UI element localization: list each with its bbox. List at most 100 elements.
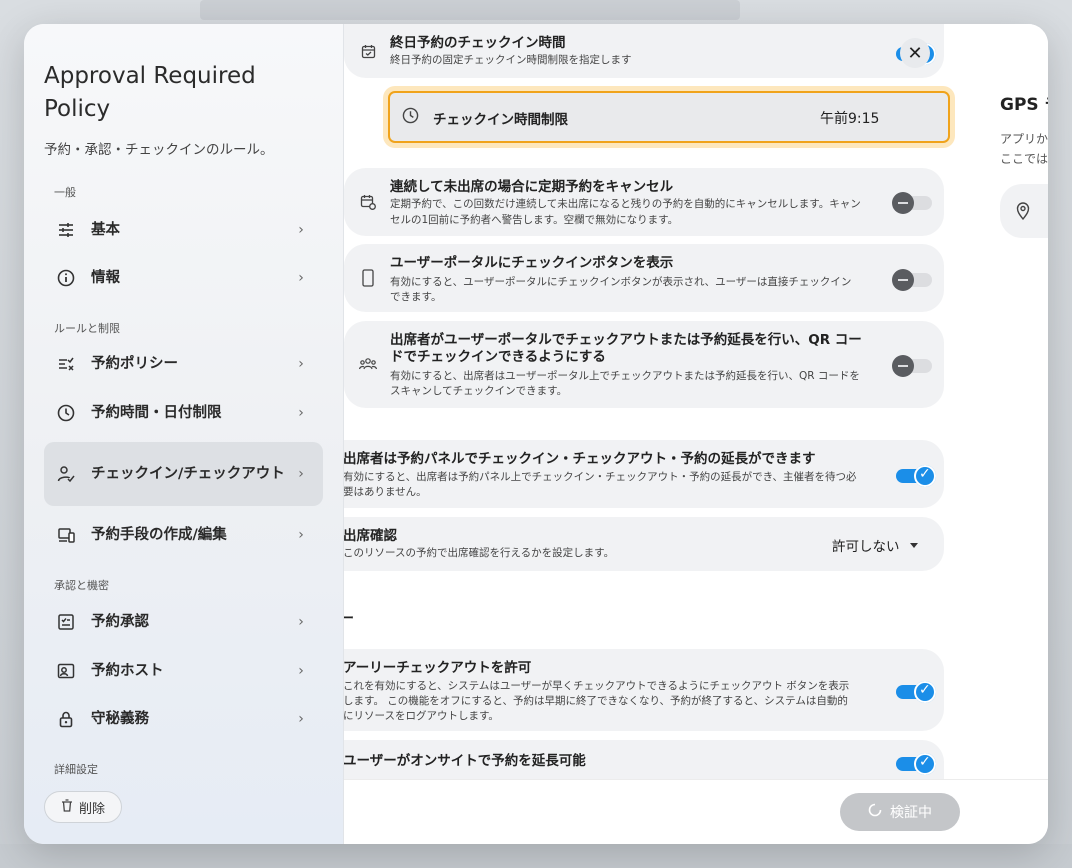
checkin-limit-label: チェックイン時間制限	[433, 112, 568, 128]
chevron-right-icon: ›	[298, 663, 304, 679]
policy-title: Approval Required Policy	[44, 63, 256, 122]
chevron-right-icon: ›	[298, 222, 304, 238]
checklist-icon	[56, 354, 76, 374]
cancel-recurring-title: 連続して未出席の場合に定期予約をキャンセル	[390, 179, 674, 195]
chevron-right-icon: ›	[298, 527, 304, 543]
sidebar-item-create-edit[interactable]: 予約手段の作成/編集 ›	[44, 513, 323, 557]
early-checkout-toggle[interactable]	[896, 681, 936, 703]
chevron-right-icon: ›	[298, 270, 304, 286]
chevron-right-icon: ›	[298, 711, 304, 727]
attendance-select[interactable]: 許可しない	[832, 535, 918, 555]
delete-button[interactable]: 削除	[44, 791, 122, 823]
toggle-knob	[914, 465, 936, 487]
sidebar: Approval Required Policy 予約・承認・チェックインのルー…	[24, 24, 344, 844]
sidebar-item-label: 予約ポリシー	[91, 355, 178, 372]
sidebar-item-label: 予約承認	[91, 613, 149, 630]
settings-content: 終日予約のチェックイン時間 終日予約の固定チェックイン時間制限を指定します チェ…	[344, 24, 1048, 779]
toggle-knob	[892, 192, 914, 214]
panel-checkin-desc-1: 有効にすると、出席者は予約パネル上でチェックイン・チェックアウト・予約の延長がで…	[344, 471, 857, 483]
attendee-portal-title-1: 出席者がユーザーポータルでチェックアウトまたは予約延長を行い、QR コー	[390, 332, 862, 348]
clock-icon	[402, 107, 419, 128]
gps-location-card[interactable]	[1000, 184, 1048, 238]
sidebar-item-host[interactable]: 予約ホスト ›	[44, 649, 323, 693]
footer-bar: 検証中	[344, 779, 1048, 844]
sidebar-item-label: 予約ホスト	[91, 662, 164, 679]
section-approval: 承認と機密	[54, 579, 109, 592]
verify-button[interactable]: 検証中	[840, 793, 960, 831]
right-panel: GPS チ アプリか ここでは	[1000, 24, 1048, 784]
chevron-right-icon: ›	[298, 356, 304, 372]
toggle-knob	[892, 355, 914, 377]
early-checkout-desc-2: します。 この機能をオフにすると、予約は早期に終了できなくなり、予約が終了すると…	[344, 695, 848, 707]
calendar-check-icon	[359, 42, 377, 60]
sidebar-item-label: チェックイン/チェックアウト	[91, 465, 285, 482]
trash-icon	[61, 798, 73, 816]
sidebar-item-label: 基本	[91, 221, 120, 238]
onsite-extend-toggle[interactable]	[896, 753, 936, 775]
onsite-extend-card: ユーザーがオンサイトで予約を延長可能	[344, 740, 944, 779]
sidebar-item-time-limits[interactable]: 予約時間・日付制限 ›	[44, 391, 323, 435]
early-checkout-desc-1: これを有効にすると、システムはユーザーが早くチェックアウトできるようにチェックア…	[344, 680, 850, 692]
backdrop-bar	[200, 0, 740, 20]
early-checkout-desc-3: にリソースをログアウトします。	[344, 710, 499, 722]
portal-checkin-card: ユーザーポータルにチェックインボタンを表示 有効にすると、ユーザーポータルにチェ…	[344, 244, 944, 312]
sidebar-item-label: 守秘義務	[91, 710, 149, 727]
sidebar-item-basic[interactable]: 基本 ›	[44, 208, 323, 252]
cancel-recurring-desc-2: セルの1回前に予約者へ警告します。空欄で無効になります。	[390, 214, 679, 226]
allday-title: 終日予約のチェックイン時間	[390, 35, 566, 51]
user-check-icon	[56, 464, 76, 484]
sidebar-item-approval[interactable]: 予約承認 ›	[44, 600, 323, 644]
gps-desc-1: アプリか	[1000, 132, 1048, 146]
early-checkout-title: アーリーチェックアウトを許可	[344, 660, 532, 676]
portal-checkin-desc-2: できます。	[390, 291, 442, 303]
phone-icon	[359, 269, 377, 287]
section-heading-fragment: ー	[344, 611, 354, 627]
group-icon	[359, 355, 377, 373]
policy-modal: Approval Required Policy 予約・承認・チェックインのルー…	[24, 24, 1048, 844]
panel-checkin-toggle[interactable]	[896, 465, 936, 487]
sidebar-item-label: 予約時間・日付制限	[91, 404, 222, 421]
section-rules: ルールと制限	[54, 322, 120, 335]
attendance-title: 出席確認	[344, 528, 397, 544]
info-icon	[56, 268, 76, 288]
chevron-right-icon: ›	[298, 405, 304, 421]
toggle-knob	[914, 681, 936, 703]
sliders-icon	[56, 220, 76, 240]
sidebar-item-checkin-checkout[interactable]: チェックイン/チェックアウト ›	[44, 442, 323, 506]
sidebar-item-label: 予約手段の作成/編集	[91, 526, 227, 543]
attendee-portal-card: 出席者がユーザーポータルでチェックアウトまたは予約延長を行い、QR コー ドでチ…	[344, 321, 944, 408]
host-icon	[56, 661, 76, 681]
cancel-recurring-desc-1: 定期予約で、この回数だけ連続して未出席になると残りの予約を自動的にキャンセルしま…	[390, 198, 861, 210]
attendance-select-value: 許可しない	[832, 539, 900, 555]
location-pin-icon	[1016, 202, 1030, 224]
devices-icon	[56, 525, 76, 545]
checkin-limit-row[interactable]: チェックイン時間制限 午前9:15	[388, 91, 950, 143]
chevron-right-icon: ›	[298, 466, 304, 482]
verify-label: 検証中	[890, 805, 932, 821]
attendee-portal-desc-2: スキャンしてチェックインできます。	[390, 385, 568, 397]
backdrop-footer	[0, 844, 1072, 868]
close-button[interactable]: ✕	[900, 38, 930, 68]
cancel-recurring-toggle[interactable]	[892, 192, 932, 214]
toggle-knob	[892, 269, 914, 291]
spinner-icon	[868, 803, 882, 821]
checkin-limit-value[interactable]: 午前9:15	[820, 108, 879, 128]
sidebar-item-confidentiality[interactable]: 守秘義務 ›	[44, 697, 323, 741]
cancel-recurring-card: 連続して未出席の場合に定期予約をキャンセル 定期予約で、この回数だけ連続して未出…	[344, 168, 944, 236]
early-checkout-card: アーリーチェックアウトを許可 これを有効にすると、システムはユーザーが早くチェッ…	[344, 649, 944, 731]
section-general: 一般	[54, 186, 76, 199]
sidebar-item-info[interactable]: 情報 ›	[44, 256, 323, 300]
attendee-portal-desc-1: 有効にすると、出席者はユーザーポータル上でチェックアウトまたは予約延長を行い、Q…	[390, 370, 860, 382]
attendee-portal-toggle[interactable]	[892, 355, 932, 377]
chevron-right-icon: ›	[298, 614, 304, 630]
portal-checkin-desc-1: 有効にすると、ユーザーポータルにチェックインボタンが表示され、ユーザーは直接チェ…	[390, 276, 852, 288]
toggle-knob	[914, 753, 936, 775]
calendar-repeat-icon	[359, 193, 377, 211]
sidebar-item-booking-policy[interactable]: 予約ポリシー ›	[44, 342, 323, 386]
allday-checkin-card: 終日予約のチェックイン時間 終日予約の固定チェックイン時間制限を指定します	[344, 24, 944, 78]
section-advanced: 詳細設定	[54, 763, 98, 776]
portal-checkin-toggle[interactable]	[892, 269, 932, 291]
gps-desc-2: ここでは	[1000, 152, 1048, 166]
panel-checkin-title: 出席者は予約パネルでチェックイン・チェックアウト・予約の延長ができます	[344, 451, 816, 467]
approval-icon	[56, 612, 76, 632]
